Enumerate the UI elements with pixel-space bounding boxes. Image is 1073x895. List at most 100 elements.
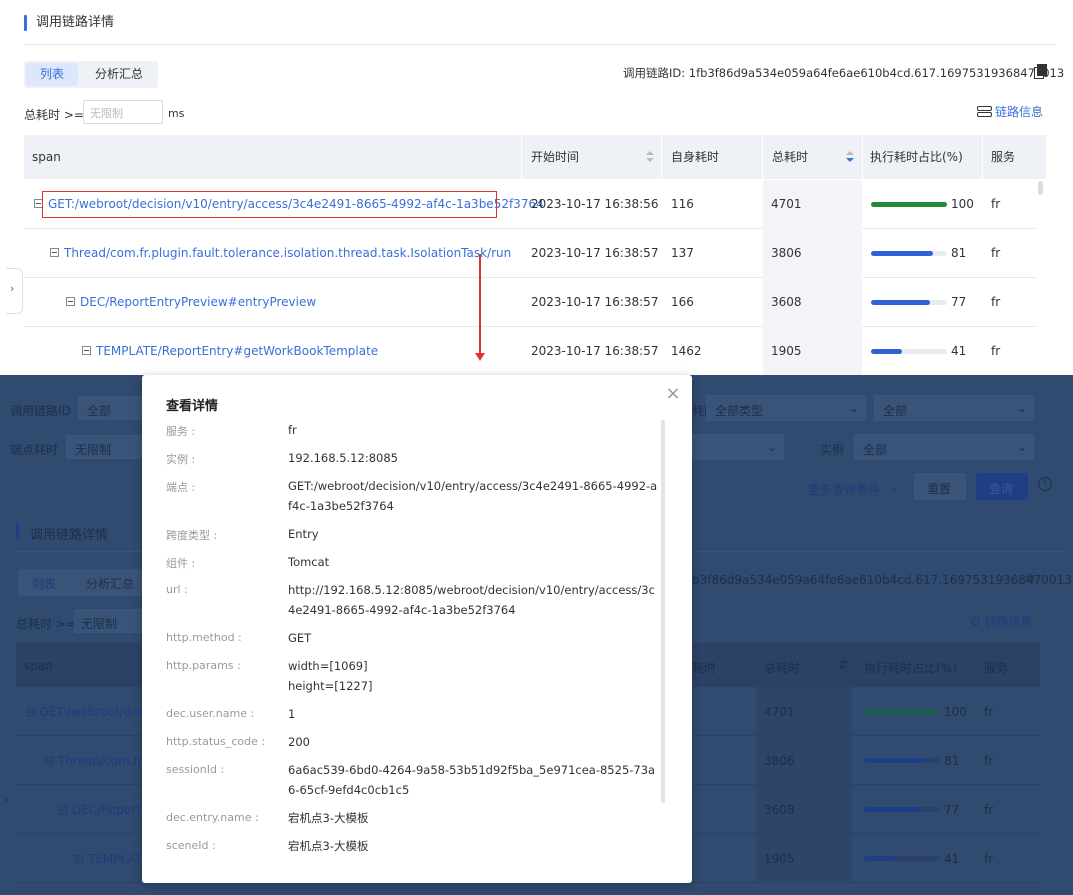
trace-id-label: 调用链路ID: 1fb3f86d9a534e059a64fe6ae610b4cd… xyxy=(623,66,1065,80)
total-time-filter-input[interactable]: 无限制 xyxy=(83,100,163,124)
tab-list[interactable]: 列表 xyxy=(26,63,78,86)
bg-filter-input: 无限制 xyxy=(74,609,144,633)
collapse-icon[interactable] xyxy=(50,248,59,257)
exec-ratio-bar xyxy=(871,202,947,207)
detail-field-key: http.params : xyxy=(166,659,241,672)
filter-unit: ms xyxy=(168,107,185,120)
bg-col-service: 服务 xyxy=(984,661,1009,675)
bg-service: fr xyxy=(984,852,994,866)
table-scrollbar[interactable] xyxy=(1038,181,1043,195)
bg-select-value: 全部 xyxy=(883,404,908,418)
bg-span-link: ⊟ GET:/webroot/dec xyxy=(26,705,146,719)
bg-bar-fill xyxy=(864,856,896,861)
detail-field-value: 192.168.5.12:8085 xyxy=(288,451,398,465)
bg-pct: 81 xyxy=(944,754,960,768)
sort-icon[interactable] xyxy=(646,151,654,163)
collapse-icon[interactable] xyxy=(82,346,91,355)
bg-pct: 77 xyxy=(944,803,960,817)
bg-service: fr xyxy=(984,754,994,768)
bg-col-pct: 执行耗时占比(%) xyxy=(864,661,957,675)
section-title: 调用链路详情 xyxy=(24,14,114,32)
chevron-down-icon: ⌄ xyxy=(767,440,778,454)
column-header-total-time[interactable]: 总耗时 xyxy=(772,135,808,179)
tab-analysis-summary[interactable]: 分析汇总 xyxy=(82,63,156,86)
collapse-icon[interactable] xyxy=(66,297,75,306)
bg-link-info-label: 链路信息 xyxy=(984,615,1033,629)
detail-field-value: 宕机点3-大模板 xyxy=(288,839,369,853)
table-row[interactable]: Thread/com.fr.plugin.fault.tolerance.iso… xyxy=(24,229,1036,278)
total-time-cell: 4701 xyxy=(771,197,802,211)
detail-field-value: width=[1069] height=[1227] xyxy=(288,659,373,693)
column-header-start-time[interactable]: 开始时间 xyxy=(531,135,579,179)
exec-ratio-value: 81 xyxy=(951,246,967,260)
bg-pct: 41 xyxy=(944,852,960,866)
detail-field-key: http.status_code : xyxy=(166,735,266,748)
link-info-button[interactable]: 链路信息 xyxy=(977,103,1043,120)
detail-field-key: 跨度类型 : xyxy=(166,529,218,542)
span-cell: TEMPLATE/ReportEntry#getWorkBookTemplate xyxy=(82,327,378,375)
span-link[interactable]: TEMPLATE/ReportEntry#getWorkBookTemplate xyxy=(96,344,378,358)
bg-button-label: 重置 xyxy=(927,482,952,496)
sort-icon[interactable] xyxy=(846,151,854,163)
bg-instance-select: 全部 ⌄ xyxy=(854,434,1034,460)
detail-field-key: dec.user.name : xyxy=(166,707,255,720)
bg-bar xyxy=(864,758,940,763)
modal-scrollbar[interactable] xyxy=(661,420,665,803)
close-icon[interactable]: × xyxy=(664,385,682,403)
detail-field-value: Entry xyxy=(288,527,319,541)
total-time-cell: 3608 xyxy=(771,295,802,309)
bg-span-link: ⊟ TEMPLATE xyxy=(74,852,150,866)
total-time-filter-label: 总耗时 >= xyxy=(24,108,84,122)
bg-total: 1905 xyxy=(764,852,795,866)
chevron-right-icon: › xyxy=(10,282,15,295)
detail-field-key: sessionId : xyxy=(166,763,225,776)
chevron-right-icon: › xyxy=(4,793,9,807)
bg-button-label: 查询 xyxy=(989,482,1014,496)
bg-tab-list: 列表 xyxy=(32,577,57,591)
column-header-service: 服务 xyxy=(991,150,1016,164)
highlight-annotation xyxy=(42,191,497,218)
table-row[interactable]: DEC/ReportEntryPreview#entryPreview 2023-… xyxy=(24,278,1036,327)
bg-section-title: 调用链路详情 xyxy=(30,528,109,543)
table-header: span 开始时间 自身耗时 总耗时 执行耗时占比(%) 服务 xyxy=(24,135,1046,179)
detail-field-key: dec.entry.name : xyxy=(166,811,259,824)
bg-pct: 100 xyxy=(944,705,967,719)
self-time-cell: 137 xyxy=(671,246,694,260)
self-time-cell: 1462 xyxy=(671,344,702,358)
bg-trace-id-label: 调用链路ID xyxy=(10,404,71,418)
span-link[interactable]: DEC/ReportEntryPreview#entryPreview xyxy=(80,295,316,309)
start-time-cell: 2023-10-17 16:38:57 xyxy=(531,246,659,260)
bg-query-button: 查询 xyxy=(976,473,1028,500)
detail-field-value: fr xyxy=(288,423,297,437)
self-time-cell: 116 xyxy=(671,197,694,211)
detail-field-key: 端点 : xyxy=(166,481,196,494)
detail-field-key: 实例 : xyxy=(166,453,196,466)
bg-placeholder: 无限制 xyxy=(81,617,118,631)
detail-field-value: 宕机点3-大模板 xyxy=(288,811,369,825)
detail-field-value: 200 xyxy=(288,735,310,749)
exec-ratio-value: 77 xyxy=(951,295,967,309)
exec-ratio-bar-fill xyxy=(871,202,947,207)
bg-col-self: 耗时 xyxy=(692,661,717,675)
bg-reset-button: 重置 xyxy=(914,473,966,500)
annotation-arrow xyxy=(479,254,481,354)
bg-bar xyxy=(864,807,940,812)
bg-select-value: 全部 xyxy=(863,443,888,457)
chevron-down-icon: ⌄ xyxy=(1017,401,1028,415)
detail-field-value: GET xyxy=(288,631,312,645)
exec-ratio-bar-fill xyxy=(871,349,903,354)
table-row[interactable]: TEMPLATE/ReportEntry#getWorkBookTemplate… xyxy=(24,327,1036,375)
copy-icon[interactable] xyxy=(1034,64,1047,79)
bg-total: 4701 xyxy=(764,705,795,719)
service-cell: fr xyxy=(991,344,1001,358)
column-divider xyxy=(762,135,763,179)
exec-ratio-bar-fill xyxy=(871,300,930,305)
start-time-cell: 2023-10-17 16:38:57 xyxy=(531,295,659,309)
exec-ratio-bar xyxy=(871,300,947,305)
detail-field-key: 组件 : xyxy=(166,557,196,570)
bg-select: ⌄ xyxy=(692,434,784,460)
span-link[interactable]: Thread/com.fr.plugin.fault.tolerance.iso… xyxy=(64,246,511,260)
bg-section-marker xyxy=(16,523,19,539)
column-header-self-time: 自身耗时 xyxy=(671,150,720,164)
sidebar-expand-tab[interactable]: › xyxy=(6,268,23,314)
